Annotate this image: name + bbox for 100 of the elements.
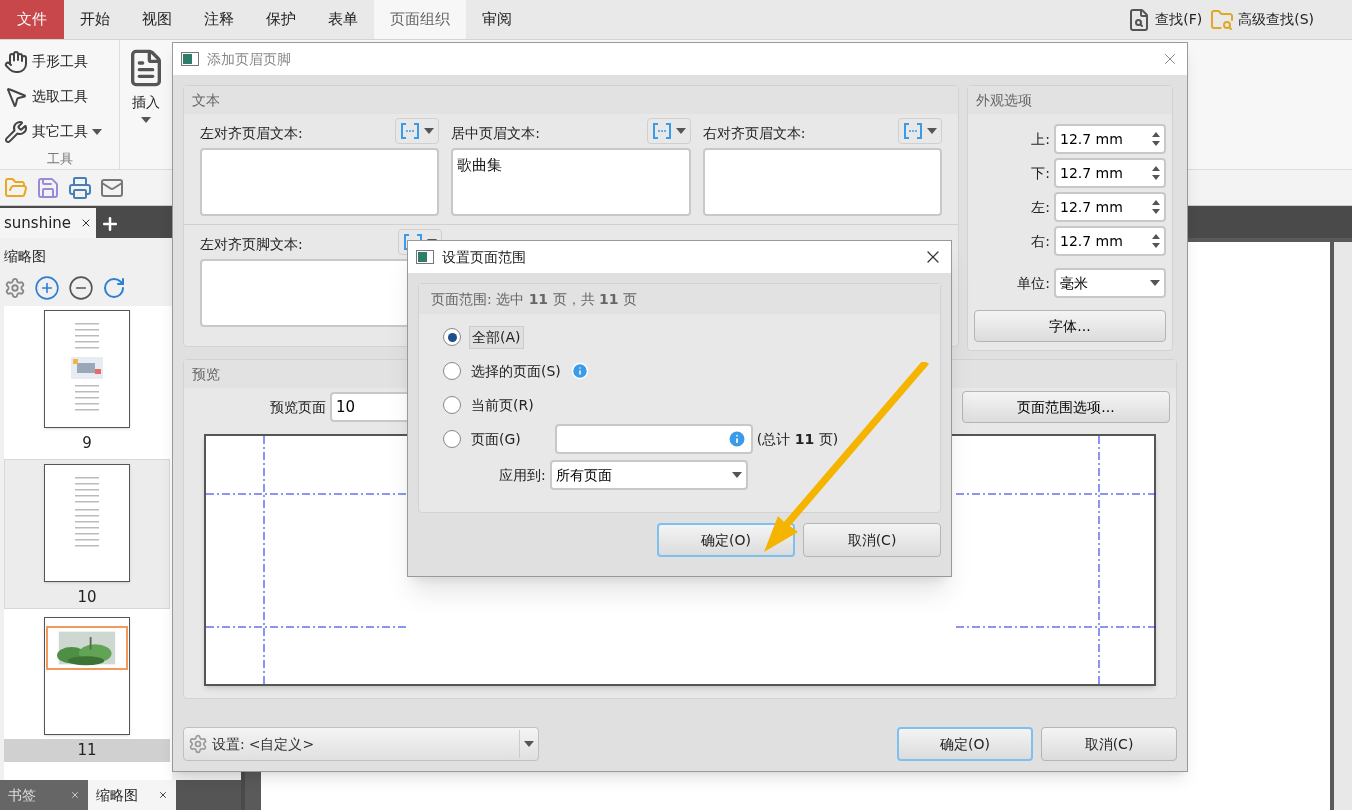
ok-button[interactable]: 确定(O): [657, 523, 795, 557]
spin-arrows-icon[interactable]: [1152, 131, 1160, 147]
wrench-icon: [4, 119, 28, 144]
menu-tab[interactable]: 保护: [250, 0, 312, 39]
dialog-title: 添加页眉页脚: [207, 49, 291, 69]
apply-label: 应用到:: [499, 465, 546, 485]
caret-icon: [675, 128, 686, 134]
caret-icon: [424, 128, 435, 134]
group-title: 文本: [192, 90, 220, 110]
dialog-title: 设置页面范围: [442, 247, 526, 267]
caret-icon: [731, 472, 742, 478]
cancel-button[interactable]: 取消(C): [1041, 727, 1177, 761]
settings-select[interactable]: 设置: <自定义>: [183, 727, 539, 761]
radio-button[interactable]: [443, 430, 461, 448]
group-title: 页面范围: 选中 11 页，共 11 页: [431, 289, 637, 309]
insert-field-button[interactable]: [646, 118, 691, 144]
radio-label[interactable]: 选择的页面(S): [469, 360, 563, 382]
search-button[interactable]: 高级查找(S): [1206, 0, 1318, 39]
panel-tab[interactable]: 缩略图: [88, 780, 176, 810]
pages-field[interactable]: [554, 424, 753, 454]
hand-icon: [4, 49, 28, 74]
font-button[interactable]: 字体...: [974, 310, 1166, 342]
bracket-icon: [400, 122, 421, 140]
cancel-button[interactable]: 取消(C): [803, 523, 941, 557]
spin-field[interactable]: 12.7 mm: [1054, 124, 1166, 154]
tab-title: sunshine: [4, 212, 72, 234]
menu-tab[interactable]: 开始: [64, 0, 126, 39]
caret-icon: [524, 741, 534, 747]
bracket-icon: [903, 122, 923, 140]
radio-label[interactable]: 页面(G): [469, 428, 523, 450]
page-range-button[interactable]: 页面范围选项...: [962, 391, 1170, 423]
tool-button[interactable]: 其它工具: [0, 114, 119, 149]
info-icon[interactable]: [570, 362, 589, 380]
radio-button[interactable]: [443, 328, 461, 346]
total-pages: (总计 11 页): [756, 429, 839, 449]
insert-button[interactable]: 插入: [120, 40, 172, 169]
bracket-icon: [651, 122, 672, 140]
new-tab-icon[interactable]: [100, 214, 120, 234]
group-label: 工具: [45, 150, 74, 168]
spin-arrows-icon[interactable]: [1152, 165, 1160, 181]
search-button[interactable]: 查找(F): [1123, 0, 1207, 39]
text-area[interactable]: 歌曲集: [451, 148, 691, 216]
insert-field-button[interactable]: [898, 118, 942, 144]
unit-label: 单位:: [1017, 273, 1050, 293]
zoom-in-icon[interactable]: [34, 275, 60, 301]
spin-field[interactable]: 12.7 mm: [1054, 192, 1166, 222]
margin-label: 下:: [1031, 163, 1050, 183]
spin-arrows-icon[interactable]: [1152, 233, 1160, 249]
page-number: 9: [81, 433, 93, 454]
document-tab[interactable]: sunshine: [0, 208, 96, 238]
page-number: 11: [4, 739, 170, 762]
close-icon[interactable]: [158, 790, 168, 800]
insert-field-button[interactable]: [395, 118, 440, 144]
close-icon[interactable]: [80, 217, 92, 229]
ok-button[interactable]: 确定(O): [897, 727, 1033, 761]
field-label: 右对齐页眉文本:: [702, 124, 806, 143]
folder-search-icon: [1210, 7, 1235, 32]
spin-field[interactable]: 12.7 mm: [1054, 226, 1166, 256]
page-number: 10: [76, 586, 98, 608]
spin-arrows-icon[interactable]: [1152, 199, 1160, 215]
radio-button[interactable]: [443, 396, 461, 414]
zoom-out-icon[interactable]: [68, 275, 94, 301]
group-title: 外观选项: [976, 90, 1032, 110]
panel-tab[interactable]: 书签: [0, 780, 88, 810]
radio-label[interactable]: 全部(A): [469, 325, 524, 349]
menu-tab[interactable]: 文件: [0, 0, 64, 39]
margin-label: 上:: [1031, 129, 1050, 149]
window-icon: [416, 250, 434, 264]
window-icon: [181, 52, 199, 66]
field-label: 左对齐页脚文本:: [200, 235, 303, 254]
save-icon[interactable]: [36, 175, 60, 200]
scrollbar[interactable]: [1334, 242, 1352, 810]
tool-button[interactable]: 手形工具: [0, 44, 119, 79]
group-title: 预览: [192, 364, 220, 384]
caret-icon: [141, 117, 151, 123]
margin-label: 右:: [1031, 231, 1050, 251]
rotate-icon[interactable]: [102, 276, 126, 300]
menu-tab[interactable]: 审阅: [466, 0, 528, 39]
menu-tab[interactable]: 表单: [312, 0, 374, 39]
tool-button[interactable]: 选取工具: [0, 79, 119, 114]
caret-icon: [927, 128, 937, 134]
info-icon: [726, 429, 747, 449]
settings-icon[interactable]: [4, 277, 26, 299]
radio-button[interactable]: [443, 362, 461, 380]
panel-title: 缩略图: [4, 246, 46, 266]
folder-icon[interactable]: [4, 175, 28, 200]
printer-icon[interactable]: [68, 175, 92, 200]
menu-tab[interactable]: 注释: [188, 0, 250, 39]
apply-select[interactable]: 所有页面: [549, 460, 748, 490]
caret-icon: [92, 128, 102, 135]
margin-label: 左:: [1031, 197, 1050, 217]
caret-icon: [1150, 280, 1160, 286]
menu-tab[interactable]: 视图: [126, 0, 188, 39]
field-label: 居中页眉文本:: [451, 124, 541, 143]
spin-field[interactable]: 12.7 mm: [1054, 158, 1166, 188]
field-label: 左对齐页眉文本:: [200, 124, 303, 143]
menu-tab[interactable]: 页面组织: [374, 0, 466, 39]
thumbnail-item[interactable]: 10: [4, 458, 170, 609]
unit-select[interactable]: 毫米: [1054, 268, 1166, 298]
preview-page-label: 预览页面: [270, 397, 326, 417]
